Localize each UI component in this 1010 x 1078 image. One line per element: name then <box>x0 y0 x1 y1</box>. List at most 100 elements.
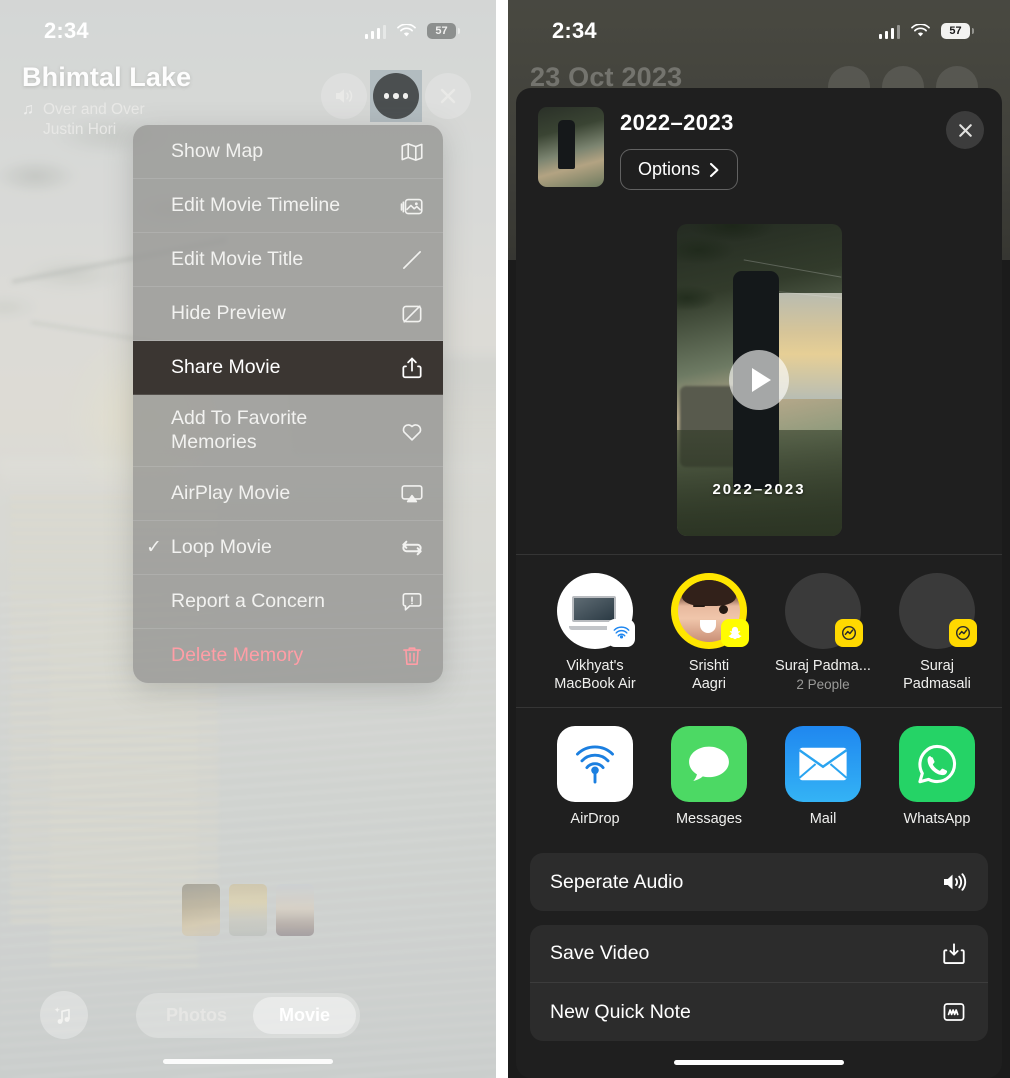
speaker-icon <box>940 868 968 896</box>
battery-percent: 57 <box>949 25 962 37</box>
menu-item-share-movie[interactable]: Share Movie <box>133 341 443 395</box>
contact-name: Vikhyat's MacBook Air <box>554 658 636 692</box>
app-item[interactable]: Messages <box>652 726 766 827</box>
menu-item-label: Report a Concern <box>171 589 325 612</box>
wifi-icon <box>911 24 930 37</box>
app-item[interactable]: Mail <box>766 726 880 827</box>
share-sheet-close-button[interactable] <box>946 111 984 149</box>
photos-movie-segmented-control[interactable]: Photos Movie <box>135 992 361 1038</box>
menu-item-edit-movie-title[interactable]: Edit Movie Title <box>133 233 443 287</box>
status-time: 2:34 <box>552 18 597 43</box>
volume-button[interactable] <box>321 73 367 119</box>
close-icon <box>440 88 456 104</box>
screenshot-stage: 2:34 57 Bhimtal Lake ♫ Over and Over Jus… <box>0 0 1010 1078</box>
contact-name: Srishti Aagri <box>688 658 730 692</box>
battery-percent: 57 <box>435 25 448 37</box>
menu-item-label: Share Movie <box>171 355 281 378</box>
contact-item[interactable]: Suraj Padmasali <box>880 573 994 693</box>
menu-item-label: Edit Movie Timeline <box>171 193 341 216</box>
snapchat-badge-icon <box>721 619 749 647</box>
play-icon <box>751 368 771 392</box>
photos-badge-icon <box>949 619 977 647</box>
action-label: Save Video <box>550 942 650 965</box>
status-time: 2:34 <box>44 18 89 43</box>
segment-movie[interactable]: Movie <box>252 996 357 1034</box>
status-bar-left: 2:34 57 <box>0 0 496 62</box>
airdrop-badge-icon <box>607 619 635 647</box>
menu-item-label: Hide Preview <box>171 301 286 324</box>
menu-item-report-a-concern[interactable]: Report a Concern <box>133 575 443 629</box>
messages-icon <box>671 726 747 803</box>
contact-subtitle: 2 People <box>796 676 850 692</box>
menu-item-airplay-movie[interactable]: AirPlay Movie <box>133 467 443 521</box>
action-save-video[interactable]: Save Video <box>530 925 988 984</box>
loop-icon <box>399 535 425 561</box>
app-item[interactable]: AirDrop <box>538 726 652 827</box>
home-indicator-left <box>163 1059 333 1064</box>
cellular-signal-icon <box>878 24 900 39</box>
menu-item-label: Loop Movie <box>171 535 272 558</box>
more-options-icon <box>383 93 409 99</box>
video-preview-zone: 2022–2023 <box>516 206 1002 554</box>
menu-item-add-to-favorite-memories[interactable]: Add To Favorite Memories <box>133 395 443 467</box>
action-new-quick-note[interactable]: New Quick Note <box>530 983 988 1041</box>
close-button[interactable] <box>425 73 471 119</box>
right-phone-screen: 23 Oct 2023 2:34 57 2022–2023 Options 20… <box>508 0 1010 1078</box>
more-options-button-highlight <box>370 70 422 122</box>
menu-item-label: Add To Favorite Memories <box>171 407 308 453</box>
video-preview[interactable]: 2022–2023 <box>676 224 842 536</box>
save-download-icon <box>940 940 968 968</box>
menu-item-label: Edit Movie Title <box>171 247 304 270</box>
airplay-icon <box>399 481 425 507</box>
video-caption: 2022–2023 <box>712 481 806 498</box>
music-sparkle-icon <box>54 1007 70 1024</box>
contact-name: Suraj Padmasali <box>903 658 971 692</box>
menu-item-label: Delete Memory <box>171 644 304 667</box>
menu-item-loop-movie[interactable]: ✓ Loop Movie <box>133 521 443 575</box>
thumbnail-item[interactable] <box>276 884 314 936</box>
contact-item[interactable]: Suraj Padma... 2 People <box>766 573 880 693</box>
contact-item[interactable]: Srishti Aagri <box>652 573 766 693</box>
music-button[interactable] <box>40 991 88 1039</box>
memory-thumbnail-strip[interactable] <box>0 884 496 936</box>
action-seperate-audio[interactable]: Seperate Audio <box>530 853 988 911</box>
song-title: Over and Over <box>43 101 145 118</box>
action-label: Seperate Audio <box>550 870 684 893</box>
menu-item-hide-preview[interactable]: Hide Preview <box>133 287 443 341</box>
share-apps-row[interactable]: AirDrop Messages Mail WhatsApp <box>516 708 1002 839</box>
close-icon <box>958 123 972 137</box>
share-contacts-row[interactable]: Vikhyat's MacBook Air Srishti Aagri Sura… <box>516 555 1002 707</box>
checkmark-icon: ✓ <box>146 537 162 558</box>
volume-icon <box>335 89 352 103</box>
share-icon <box>399 355 425 381</box>
segment-photos[interactable]: Photos <box>140 997 253 1034</box>
thumbnail-item[interactable] <box>182 884 220 936</box>
photos-stack-icon <box>399 193 425 219</box>
hide-preview-icon <box>399 301 425 327</box>
cellular-signal-icon <box>364 24 386 39</box>
whatsapp-icon <box>899 726 975 803</box>
share-sheet: 2022–2023 Options 2022–2023 Vikhyat's Ma… <box>516 88 1002 1078</box>
contact-item[interactable]: Vikhyat's MacBook Air <box>538 573 652 693</box>
menu-item-delete-memory[interactable]: Delete Memory <box>133 629 443 683</box>
trash-icon <box>399 643 425 669</box>
left-phone-screen: 2:34 57 Bhimtal Lake ♫ Over and Over Jus… <box>0 0 496 1078</box>
action-group-1: Seperate Audio <box>530 853 988 912</box>
play-button[interactable] <box>729 350 789 410</box>
thumbnail-item[interactable] <box>229 884 267 936</box>
menu-item-show-map[interactable]: Show Map <box>133 125 443 179</box>
app-item[interactable]: WhatsApp <box>880 726 994 827</box>
chevron-right-icon <box>709 162 719 177</box>
menu-item-edit-movie-timeline[interactable]: Edit Movie Timeline <box>133 179 443 233</box>
quick-note-icon <box>940 998 968 1026</box>
menu-item-label: AirPlay Movie <box>171 481 291 504</box>
options-button[interactable]: Options <box>620 149 739 190</box>
pencil-icon <box>399 247 425 273</box>
home-indicator-right <box>674 1060 844 1065</box>
photos-badge-icon <box>835 619 863 647</box>
map-icon <box>399 139 425 165</box>
more-options-button[interactable] <box>373 73 419 119</box>
memory-bottom-bar: Photos Movie <box>0 982 496 1048</box>
contact-item-partial[interactable] <box>994 573 1002 693</box>
app-item-partial[interactable] <box>994 726 1002 827</box>
